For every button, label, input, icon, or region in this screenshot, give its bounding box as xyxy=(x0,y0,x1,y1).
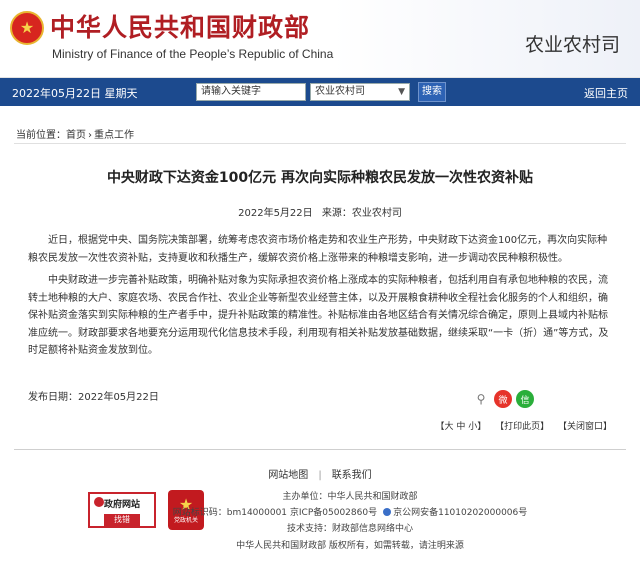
article-body: 近日，根据党中央、国务院决策部署，统筹考虑农资市场价格走势和农业生产形势，中央财… xyxy=(28,232,614,365)
search-scope-value: 农业农村司 xyxy=(315,86,365,97)
weibo-icon[interactable]: 微 xyxy=(494,390,512,408)
publish-date: 发布日期：2022年05月22日 xyxy=(28,392,159,403)
divider xyxy=(14,449,626,450)
sitemap-link[interactable]: 网站地图 xyxy=(268,470,308,481)
footer-divider: | xyxy=(318,470,322,481)
footer-copyright: 中华人民共和国财政部 版权所有，如需转载，请注明来源 xyxy=(236,541,464,551)
search-input[interactable]: 请输入关键字 xyxy=(196,83,306,101)
site-id: 网站标识码：bm14000001 xyxy=(172,508,288,518)
article-paragraph: 近日，根据党中央、国务院决策部署，统筹考虑农资市场价格走势和农业生产形势，中央财… xyxy=(28,235,608,264)
article-date: 2022年5月22日 xyxy=(238,208,313,219)
article-tools: 【大 中 小】 【打印此页】 【关闭窗口】 xyxy=(429,419,612,432)
article-paragraph: 中央财政进一步完善补贴政策，明确补贴对象为实际承担农资价格上涨成本的实际种粮者，… xyxy=(28,275,609,356)
print-button[interactable]: 【打印此页】 xyxy=(495,422,549,432)
contact-link[interactable]: 联系我们 xyxy=(332,470,372,481)
department-name: 农业农村司 xyxy=(524,34,620,56)
icp-link[interactable]: 京ICP备05002860号 xyxy=(290,508,377,518)
police-badge-icon xyxy=(383,508,392,516)
site-header: ★ 中华人民共和国财政部 Ministry of Finance of the … xyxy=(0,0,640,78)
article-title: 中央财政下达资金100亿元 再次向实际种粮农民发放一次性农资补贴 xyxy=(106,170,534,186)
current-date: 2022年05月22日 星期天 xyxy=(12,87,138,100)
police-record-link[interactable]: 京公网安备11010202000006号 xyxy=(393,508,527,518)
home-link[interactable]: 返回主页 xyxy=(584,85,628,101)
footer-registration: 网站标识码：bm14000001 京ICP备05002860号 京公网安备1101… xyxy=(0,505,640,518)
font-size-toggle[interactable]: 【大 中 小】 xyxy=(435,422,486,432)
navbar: 2022年05月22日 星期天 请输入关键字 农业农村司 ▼ 搜索 返回主页 xyxy=(0,78,640,106)
breadcrumb: 当前位置：首页 › 重点工作 xyxy=(16,126,134,141)
chevron-down-icon: ▼ xyxy=(398,87,405,97)
search-scope-select[interactable]: 农业农村司 ▼ xyxy=(310,83,410,101)
footer-links: 网站地图 | 联系我们 xyxy=(0,466,640,481)
breadcrumb-home[interactable]: 首页 xyxy=(66,130,86,141)
share-icon[interactable]: ⚲ xyxy=(472,390,490,408)
site-name-english: Ministry of Finance of the People’s Repu… xyxy=(52,47,334,61)
footer-tech-support: 技术支持：财政部信息网络中心 xyxy=(286,524,413,534)
breadcrumb-current[interactable]: 重点工作 xyxy=(94,130,134,141)
footer-sponsor: 主办单位：中华人民共和国财政部 xyxy=(282,492,418,502)
national-emblem-icon: ★ xyxy=(10,11,44,45)
site-name[interactable]: 中华人民共和国财政部 xyxy=(50,14,310,42)
article-meta: 2022年5月22日 来源：农业农村司 xyxy=(0,204,640,219)
divider xyxy=(14,143,626,144)
search-button[interactable]: 搜索 xyxy=(418,82,446,102)
share-bar: ⚲ 微 信 xyxy=(472,390,534,408)
article-source: 来源：农业农村司 xyxy=(321,208,402,219)
breadcrumb-separator: › xyxy=(88,130,92,141)
close-window-button[interactable]: 【关闭窗口】 xyxy=(558,422,612,432)
wechat-icon[interactable]: 信 xyxy=(516,390,534,408)
breadcrumb-prefix: 当前位置： xyxy=(16,130,66,141)
